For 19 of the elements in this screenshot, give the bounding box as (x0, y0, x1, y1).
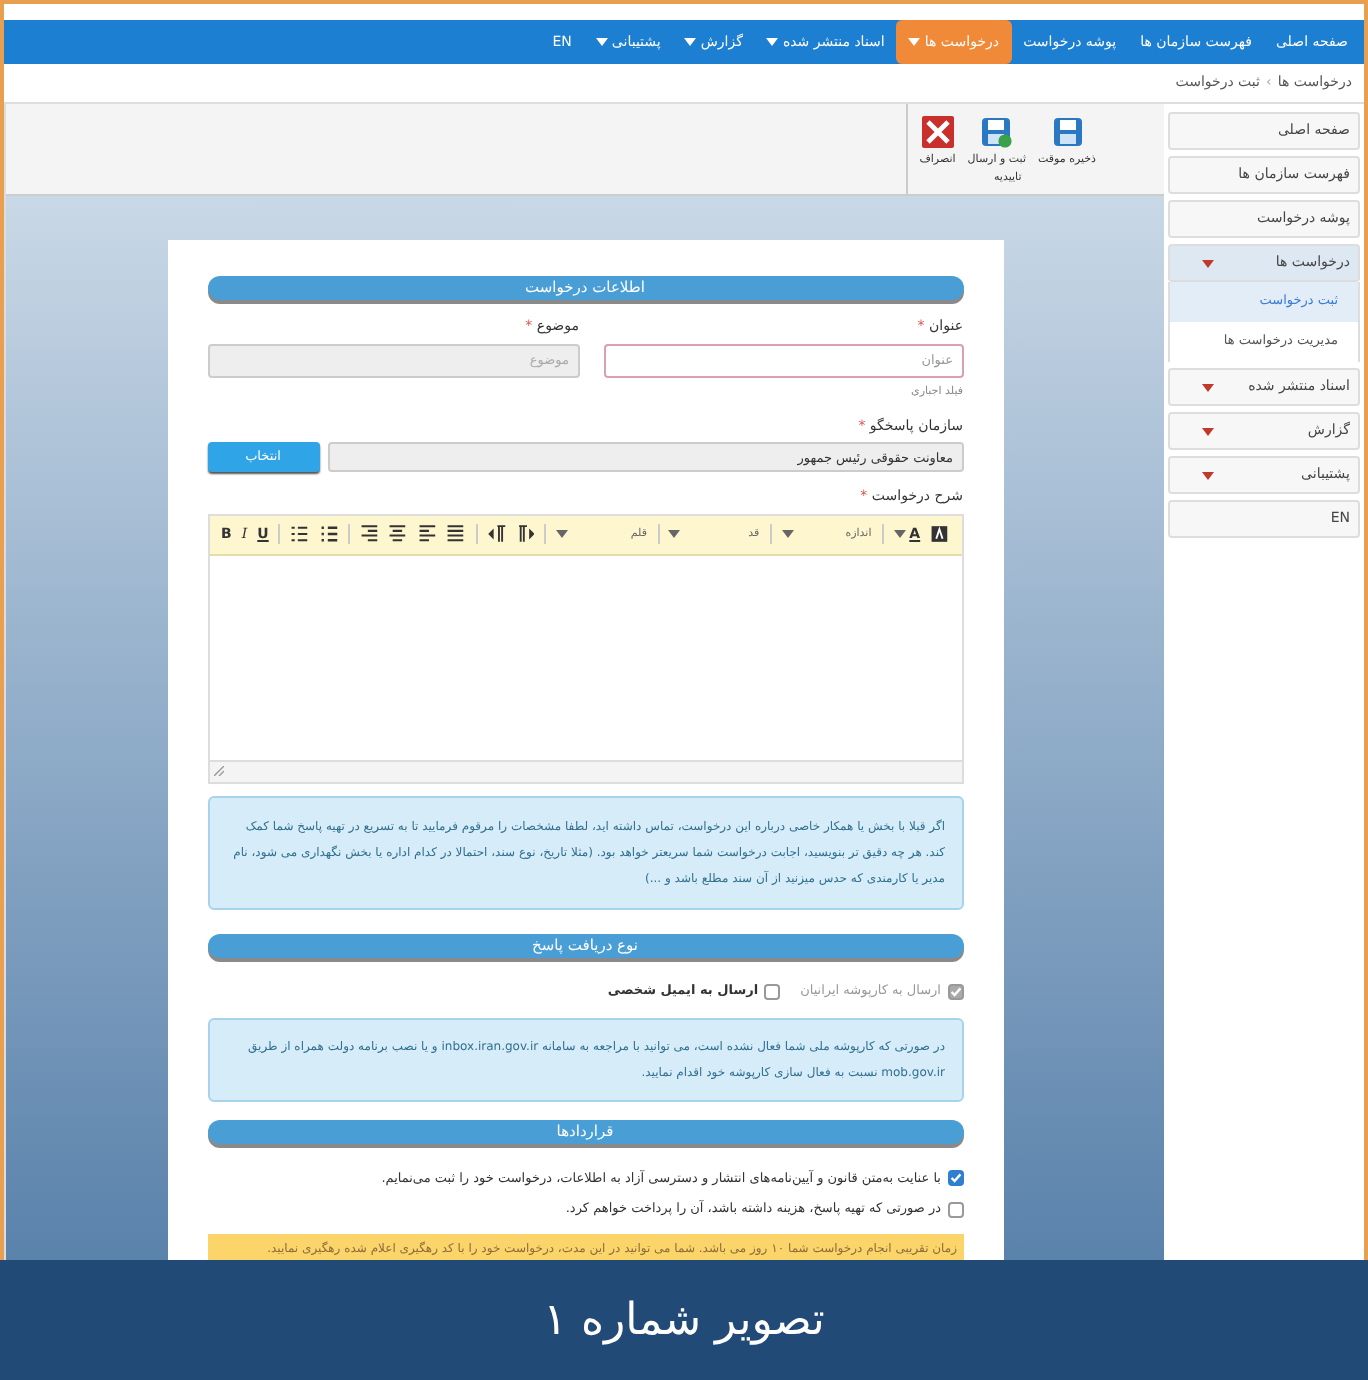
caption-text: تصویر شماره ۱ (543, 1293, 825, 1349)
align-right-icon[interactable] (360, 524, 379, 545)
caret-icon (668, 530, 681, 539)
rtl-icon[interactable] (516, 524, 535, 545)
background-color-icon[interactable] (930, 524, 949, 545)
checkbox[interactable] (947, 1170, 963, 1187)
align-left-icon[interactable] (417, 524, 437, 545)
close-icon (921, 116, 954, 148)
ordered-list-icon[interactable] (290, 524, 310, 545)
caret-icon (556, 530, 569, 539)
checkbox[interactable] (947, 1202, 963, 1219)
caret-icon (781, 530, 794, 539)
caret-icon (893, 530, 906, 539)
bullet-list-icon[interactable] (319, 524, 339, 545)
checkbox[interactable] (764, 983, 781, 1000)
align-center-icon[interactable] (388, 524, 408, 545)
justify-icon[interactable] (446, 524, 466, 545)
ltr-icon[interactable] (487, 524, 506, 545)
resize-handle-icon[interactable] (213, 766, 223, 777)
